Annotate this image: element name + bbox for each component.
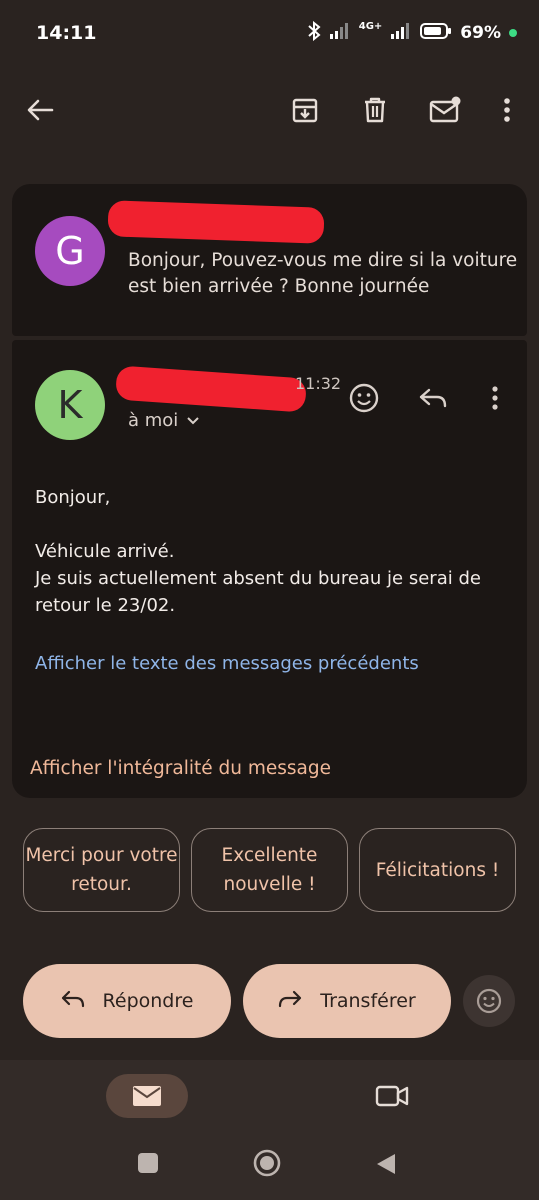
body-line: Je suis actuellement absent du bureau je…	[35, 568, 481, 616]
home-icon[interactable]	[253, 1149, 281, 1177]
message-time: 11:32	[295, 374, 342, 393]
message-snippet: Bonjour, Pouvez-vous me dire si la voitu…	[128, 250, 518, 297]
smart-reply-chip[interactable]: Félicitations !	[359, 828, 516, 912]
recents-icon[interactable]	[137, 1152, 159, 1174]
archive-icon[interactable]	[285, 90, 325, 130]
network-type: 4G+	[358, 21, 383, 32]
back-arrow-icon[interactable]	[20, 90, 60, 130]
dot-indicator-icon	[509, 29, 517, 37]
delete-icon[interactable]	[355, 90, 395, 130]
reply-icon[interactable]	[415, 380, 451, 416]
avatar: G	[35, 216, 105, 286]
forward-button[interactable]: Transférer	[243, 964, 451, 1038]
reply-button[interactable]: Répondre	[23, 964, 231, 1038]
recipient-dropdown[interactable]: à moi	[128, 410, 200, 431]
nav-mail-tab[interactable]	[106, 1074, 188, 1118]
forward-label: Transférer	[320, 990, 416, 1012]
mark-unread-icon[interactable]	[425, 90, 465, 130]
signal-icon	[329, 22, 351, 45]
reply-label: Répondre	[102, 990, 194, 1012]
video-camera-icon	[375, 1085, 409, 1107]
forward-icon	[278, 990, 302, 1013]
add-reaction-icon[interactable]	[346, 380, 382, 416]
status-icons: 4G+ 69%	[307, 20, 517, 46]
body-greeting: Bonjour,	[35, 487, 111, 508]
back-nav-icon[interactable]	[375, 1152, 397, 1176]
status-time: 14:11	[36, 22, 97, 44]
mail-icon	[133, 1086, 161, 1106]
status-bar: 14:11 4G+ 69%	[0, 0, 539, 66]
body-line: Véhicule arrivé.	[35, 541, 175, 562]
message-expanded: K 11:32 à moi Bonjour, Véhicule arrivé. …	[12, 340, 527, 798]
bottom-navigation	[0, 1060, 539, 1200]
emoji-icon	[476, 988, 502, 1014]
more-vert-icon[interactable]	[487, 90, 527, 130]
smart-reply-chip[interactable]: Excellente nouvelle !	[191, 828, 348, 912]
battery-level: 69%	[460, 23, 501, 43]
bluetooth-icon	[307, 20, 321, 46]
avatar: K	[35, 370, 105, 440]
view-entire-message-link[interactable]: Afficher l'intégralité du message	[30, 758, 331, 779]
top-app-bar	[0, 76, 539, 144]
chevron-down-icon	[186, 410, 200, 431]
battery-icon	[420, 22, 452, 45]
signal-icon-2	[390, 22, 412, 45]
show-quoted-text-link[interactable]: Afficher le texte des messages précédent…	[35, 653, 419, 674]
recipient-label: à moi	[128, 410, 179, 431]
redaction-mark	[115, 365, 307, 413]
more-vert-icon[interactable]	[477, 380, 513, 416]
redaction-mark	[107, 200, 325, 244]
emoji-reaction-button[interactable]	[463, 975, 515, 1027]
smart-reply-chip[interactable]: Merci pour votre retour.	[23, 828, 180, 912]
reply-icon	[61, 990, 85, 1013]
message-collapsed[interactable]: G Bonjour, Pouvez-vous me dire si la voi…	[12, 184, 527, 336]
nav-meet-tab[interactable]	[374, 1080, 410, 1112]
message-body: Bonjour, Véhicule arrivé. Je suis actuel…	[35, 484, 505, 619]
